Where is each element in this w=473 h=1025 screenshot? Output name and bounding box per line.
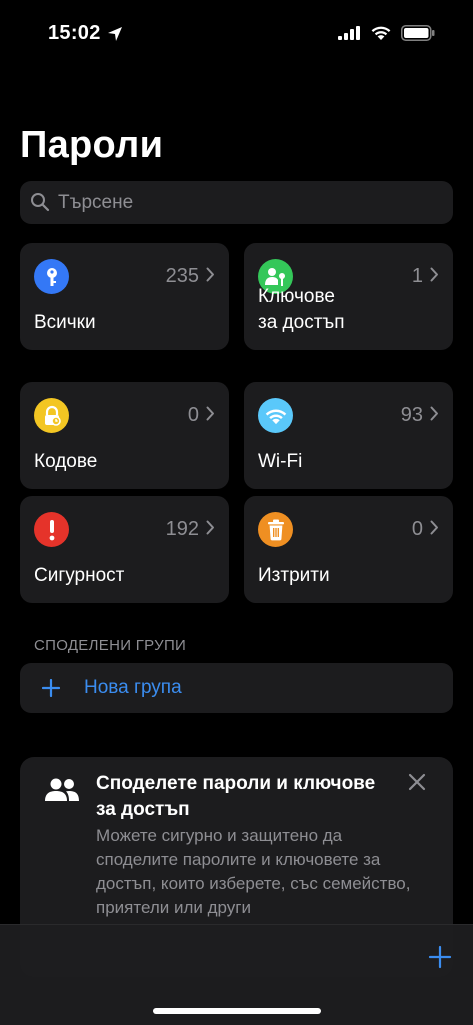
page-title: Пароли (20, 124, 164, 166)
search-icon (31, 193, 50, 212)
chevron-right-icon (206, 267, 214, 282)
share-card-title: Споделете пароли и ключове за достъп (96, 773, 376, 820)
status-bar: 15:02 (0, 0, 473, 60)
tile-security[interactable]: 192 Сигурност (20, 496, 229, 603)
shared-groups-header: СПОДЕЛЕНИ ГРУПИ (34, 637, 187, 654)
tile-codes[interactable]: 0 Кодове (20, 382, 229, 489)
chevron-right-icon (206, 520, 214, 535)
tile-label: Кодове (34, 451, 98, 472)
tile-count: 93 (400, 404, 423, 426)
share-card-body: Можете сигурно и защитено да споделите п… (96, 826, 411, 917)
tile-count: 235 (165, 265, 199, 287)
chevron-right-icon (206, 406, 214, 421)
home-indicator[interactable] (153, 1008, 321, 1014)
chevron-right-icon (430, 267, 438, 282)
add-password-plus-icon[interactable] (428, 945, 452, 969)
tile-count: 192 (165, 518, 199, 540)
lock-clock-icon (34, 398, 69, 433)
location-arrow-icon (108, 27, 122, 41)
chevron-right-icon (430, 520, 438, 535)
close-icon[interactable] (408, 773, 426, 791)
tile-count: 1 (411, 265, 423, 287)
tile-label: Изтрити (258, 565, 330, 586)
tile-label: Сигурност (34, 565, 125, 586)
tile-count: 0 (411, 518, 423, 540)
search-input[interactable]: Търсене (20, 181, 453, 224)
wifi-status-icon (371, 26, 391, 40)
tile-label: Ключове за достъп (258, 286, 345, 333)
new-group-label: Нова група (84, 677, 182, 698)
tile-deleted[interactable]: 0 Изтрити (244, 496, 453, 603)
status-time: 15:02 (48, 22, 101, 44)
key-icon (34, 259, 69, 294)
search-placeholder: Търсене (58, 192, 134, 213)
wifi-icon (258, 398, 293, 433)
tile-count: 0 (187, 404, 199, 426)
exclamation-icon (34, 512, 69, 547)
tile-passkeys[interactable]: 1 Ключове за достъп (244, 243, 453, 350)
tile-label: Wi-Fi (258, 451, 303, 472)
chevron-right-icon (430, 406, 438, 421)
tile-all[interactable]: 235 Всички (20, 243, 229, 350)
battery-icon (401, 25, 435, 41)
cellular-signal-icon (338, 26, 360, 40)
tile-wifi[interactable]: 93 Wi-Fi (244, 382, 453, 489)
tile-label: Всички (34, 312, 96, 333)
new-group-button[interactable]: Нова група (20, 663, 453, 713)
people-icon (45, 778, 79, 801)
plus-icon (42, 679, 60, 697)
trash-icon (258, 512, 293, 547)
